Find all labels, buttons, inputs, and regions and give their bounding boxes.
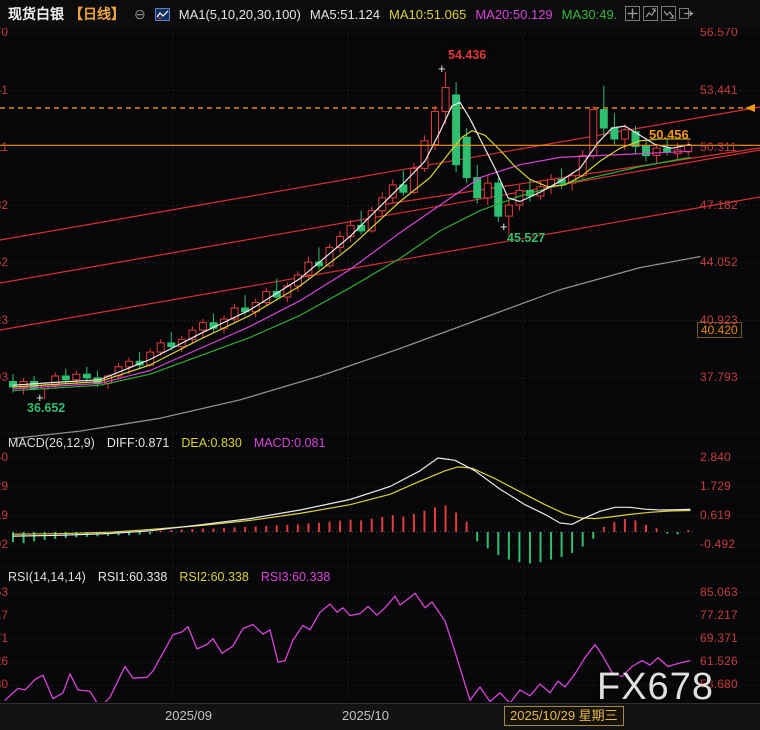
axis-tick-label-left-clipped: 1.729: [0, 479, 9, 493]
ma-settings-label: MA1(5,10,20,30,100): [179, 7, 301, 22]
axis-tick-label-left-clipped: 50.311: [0, 140, 9, 154]
high-price-marker: 54.436: [448, 48, 486, 62]
axis-tick-label: -0.492: [700, 537, 735, 551]
axis-tick-label: 50.311: [700, 140, 737, 154]
low-price-marker: 45.527: [507, 231, 545, 245]
axis-tick-label-left-clipped: 37.793: [0, 370, 9, 384]
axis-tick-label: 53.441: [700, 83, 738, 97]
time-axis-label: 2025/09: [165, 708, 212, 723]
ma20-value: MA20:50.129: [475, 7, 552, 22]
axis-tick-label-left-clipped: 85.063: [0, 585, 9, 599]
rsi1-value: RSI1:60.338: [98, 570, 168, 584]
rsi-header: RSI(14,14,14) RSI1:60.338 RSI2:60.338 RS…: [8, 570, 330, 584]
instrument-title: 现货白银: [8, 4, 64, 24]
axis-tick-label-left-clipped: 47.182: [0, 198, 9, 212]
ma5-value: MA5:51.124: [310, 7, 380, 22]
rsi3-value: RSI3:60.338: [261, 570, 331, 584]
axis-tick-label: 47.182: [700, 198, 738, 212]
axis-tick-label-left-clipped: 69.371: [0, 631, 9, 645]
last-price-tag: 50.456: [649, 127, 689, 142]
axis-tick-label-left-clipped: 40.923: [0, 313, 9, 327]
macd-settings-label: MACD(26,12,9): [8, 436, 95, 450]
axis-tick-label-left-clipped: 53.441: [0, 83, 9, 97]
axis-tick-label-left-clipped: -0.492: [0, 537, 9, 551]
timeframe-label: 【日线】: [69, 4, 125, 24]
axis-tick-label-left-clipped: 53.680: [0, 677, 9, 691]
kline-style-icon[interactable]: [155, 7, 170, 22]
macd-header: MACD(26,12,9) DIFF:0.871 DEA:0.830 MACD:…: [8, 436, 325, 450]
ma30-value: MA30:49.: [562, 7, 618, 22]
trading-chart-app: 现货白银 【日线】 ⊖ MA1(5,10,20,30,100) MA5:51.1…: [0, 0, 760, 729]
axis-tick-label: 0.619: [700, 508, 731, 522]
axis-tick-label-left-clipped: 77.217: [0, 608, 9, 622]
rsi-settings-label: RSI(14,14,14): [8, 570, 86, 584]
chart-canvas[interactable]: [0, 0, 760, 729]
axis-tick-label: 2.840: [700, 450, 731, 464]
axis-tick-label: 40.923: [700, 313, 738, 327]
axis-tick-label-left-clipped: 2.840: [0, 450, 9, 464]
macd-dea-value: DEA:0.830: [181, 436, 241, 450]
exit-fullscreen-icon[interactable]: [679, 6, 694, 21]
pan-crosshair-icon[interactable]: [625, 6, 640, 21]
low-price-marker: 36.652: [27, 401, 65, 415]
axis-tick-label: 77.217: [700, 608, 738, 622]
axis-tick-label-left-clipped: 61.526: [0, 654, 9, 668]
chart-toolbar: [625, 6, 694, 21]
axis-tick-label-left-clipped: 44.052: [0, 255, 9, 269]
axis-tick-label: 69.371: [700, 631, 738, 645]
drawn-line-arrow-icon[interactable]: [745, 104, 755, 112]
last-date-label: 2025/10/29 星期三: [504, 706, 624, 726]
time-axis-label: 2025/10: [342, 708, 389, 723]
ma10-value: MA10:51.065: [389, 7, 466, 22]
extreme-cross-marker: +: [438, 64, 446, 74]
watermark: FX678: [597, 666, 714, 709]
add-panel-down-icon[interactable]: [661, 6, 676, 21]
axis-tick-label: 37.793: [700, 370, 738, 384]
add-panel-up-icon[interactable]: [643, 6, 658, 21]
axis-tick-label: 1.729: [700, 479, 731, 493]
axis-tick-label: 85.063: [700, 585, 738, 599]
extreme-cross-marker: +: [36, 393, 44, 403]
macd-macd-value: MACD:0.081: [254, 436, 326, 450]
collapse-indicator-icon[interactable]: ⊖: [134, 6, 146, 23]
axis-tick-label: 44.052: [700, 255, 738, 269]
axis-tick-label-left-clipped: 0.619: [0, 508, 9, 522]
extreme-cross-marker: +: [500, 222, 508, 232]
rsi2-value: RSI2:60.338: [179, 570, 249, 584]
macd-diff-value: DIFF:0.871: [107, 436, 170, 450]
